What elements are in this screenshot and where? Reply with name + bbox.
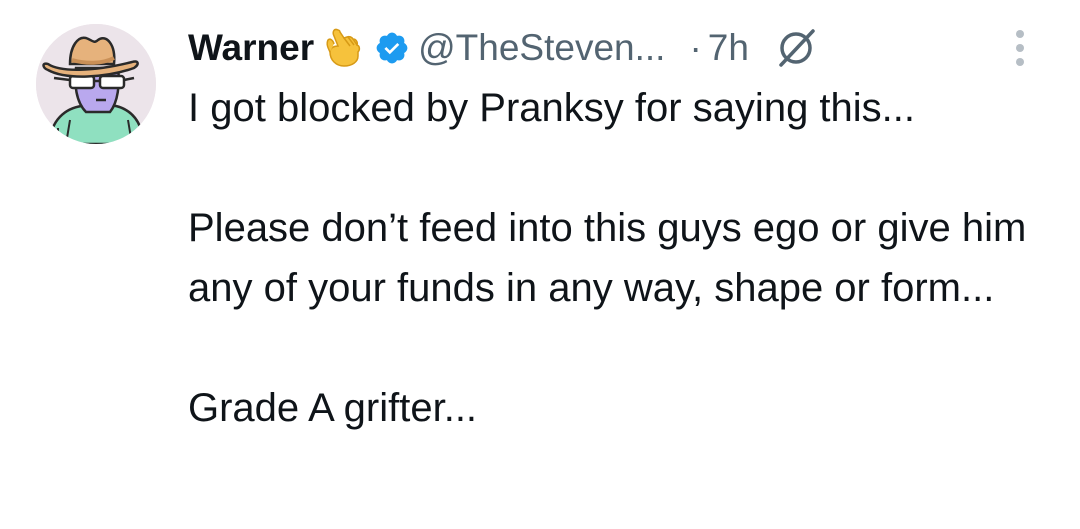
tweet[interactable]: Warner @TheSteven... · 7h I got blocked … <box>0 0 1080 529</box>
avatar-illustration <box>36 24 156 144</box>
avatar[interactable] <box>36 24 156 144</box>
call-me-hand-emoji-icon <box>324 26 364 70</box>
tweet-text-paragraph: Please don’t feed into this guys ego or … <box>188 206 1027 310</box>
author-name[interactable]: Warner <box>188 27 314 69</box>
tweet-text-paragraph: Grade A grifter... <box>188 386 478 430</box>
tweet-text: I got blocked by Pranksy for saying this… <box>188 78 1058 438</box>
separator-dot: · <box>689 27 702 68</box>
tweet-text-line: I got blocked by Pranksy for saying this… <box>188 86 916 130</box>
author-handle[interactable]: @TheSteven... <box>418 27 665 69</box>
verified-badge-icon <box>374 30 410 66</box>
more-options-icon[interactable] <box>1008 26 1032 70</box>
grok-icon[interactable] <box>775 27 817 69</box>
tweet-header: Warner @TheSteven... · 7h <box>188 22 817 74</box>
timestamp[interactable]: 7h <box>708 27 749 69</box>
